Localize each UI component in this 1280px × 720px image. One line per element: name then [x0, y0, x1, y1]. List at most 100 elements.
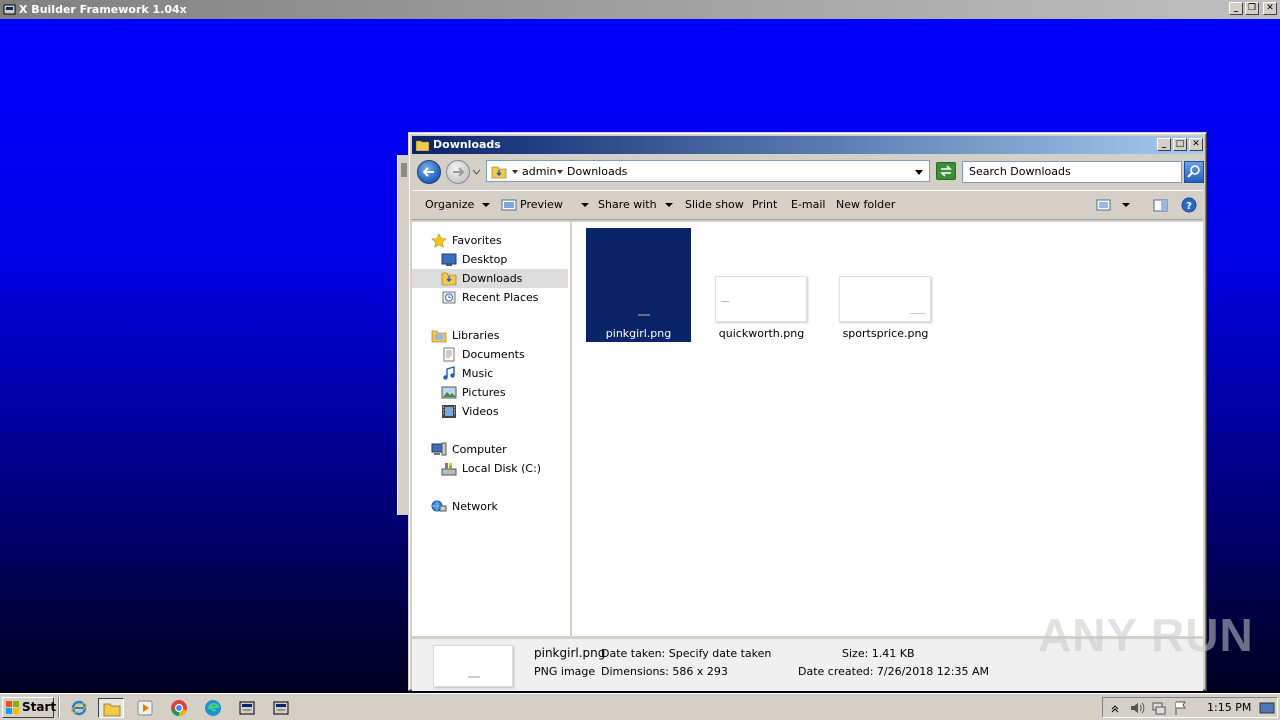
organize-button[interactable]: Organize [425, 191, 491, 219]
libraries-icon [431, 330, 447, 343]
chrome-icon [171, 700, 187, 716]
nav-libraries-label: Libraries [452, 329, 500, 342]
breadcrumb-downloads[interactable]: Downloads [567, 165, 627, 178]
volume-icon[interactable] [1129, 700, 1145, 716]
show-hidden-icons-icon[interactable] [1107, 700, 1123, 716]
music-icon [443, 366, 455, 380]
chevron-down-icon [482, 203, 491, 207]
window-minimize-button[interactable]: _ [1157, 138, 1171, 151]
nav-recent-places[interactable]: Recent Places [441, 288, 567, 307]
nav-downloads[interactable]: Downloads [412, 269, 568, 288]
help-icon: ? [1181, 197, 1197, 213]
search-button[interactable] [1184, 161, 1204, 183]
file-thumbnail [592, 236, 685, 321]
details-file-type: PNG image [534, 665, 596, 678]
slide-show-button[interactable]: Slide show [685, 191, 744, 219]
nav-libraries[interactable]: Libraries [431, 326, 567, 345]
taskbar-separator [58, 697, 60, 718]
nav-music-label: Music [462, 367, 494, 380]
breadcrumb-separator-icon[interactable] [557, 170, 563, 174]
app-taskbar-button-2[interactable] [268, 698, 294, 718]
show-desktop-icon[interactable] [1259, 700, 1275, 716]
nav-music[interactable]: Music [441, 364, 567, 383]
breadcrumb-admin[interactable]: admin [522, 165, 556, 178]
clock[interactable]: 1:15 PM [1207, 698, 1251, 717]
network-status-icon[interactable] [1151, 700, 1167, 716]
slide-show-label: Slide show [685, 198, 744, 211]
new-folder-button[interactable]: New folder [836, 191, 895, 219]
internet-explorer-icon [71, 700, 87, 716]
file-item-quickworth[interactable]: quickworth.png [709, 228, 814, 342]
nav-pictures[interactable]: Pictures [441, 383, 567, 402]
recent-places-icon [442, 291, 456, 304]
email-button[interactable]: E-mail [791, 191, 826, 219]
change-view-button[interactable] [1096, 191, 1130, 219]
downloads-folder-icon [441, 272, 457, 286]
details-dimensions: Dimensions: 586 x 293 [601, 665, 728, 678]
address-bar[interactable]: admin Downloads [486, 160, 930, 182]
nav-videos[interactable]: Videos [441, 402, 567, 421]
pictures-icon [441, 386, 457, 399]
file-name: sportsprice.png [842, 327, 929, 340]
taskbar: Start 1:15 PM [0, 693, 1280, 720]
file-thumbnail [715, 276, 807, 322]
close-button[interactable]: ✕ [1263, 2, 1277, 15]
share-with-button[interactable]: Share with [598, 191, 673, 219]
chevron-down-icon [1122, 203, 1130, 207]
refresh-button[interactable] [936, 162, 956, 180]
preview-icon [501, 199, 517, 210]
print-button[interactable]: Print [752, 191, 777, 219]
window-titlebar[interactable]: Downloads _ □ ✕ [412, 136, 1203, 154]
details-date-taken[interactable]: Date taken: Specify date taken [601, 647, 771, 660]
download-folder-icon [491, 166, 507, 179]
email-label: E-mail [791, 198, 826, 211]
media-player-button[interactable] [132, 698, 158, 718]
file-thumbnail [839, 276, 931, 322]
preview-pane-button[interactable] [1153, 191, 1171, 219]
window-maximize-button[interactable]: □ [1173, 138, 1187, 151]
print-label: Print [752, 198, 778, 211]
details-file-name: pinkgirl.png [534, 646, 606, 660]
file-name: pinkgirl.png [605, 327, 672, 340]
minimize-button[interactable]: _ [1229, 2, 1243, 15]
file-list-view: pinkgirl.png quickworth.png sportsprice.… [572, 222, 1203, 636]
explorer-taskbar-button[interactable] [98, 698, 124, 718]
restore-button[interactable]: ❐ [1245, 2, 1259, 15]
recent-pages-chevron-icon[interactable] [472, 169, 481, 176]
file-item-sportsprice[interactable]: sportsprice.png [833, 228, 938, 342]
command-toolbar: Organize Preview Share with Slide show P… [412, 190, 1203, 220]
help-button[interactable]: ? [1181, 191, 1200, 219]
search-input[interactable]: Search Downloads [962, 161, 1182, 183]
nav-computer[interactable]: Computer [431, 440, 567, 459]
preview-button[interactable]: Preview [501, 191, 589, 219]
breadcrumb-separator-icon[interactable] [512, 170, 518, 174]
back-button[interactable] [417, 160, 441, 184]
nav-local-disk[interactable]: Local Disk (C:) [441, 459, 567, 478]
chevron-down-icon [580, 203, 589, 207]
nav-favorites[interactable]: Favorites [431, 231, 567, 250]
nav-network[interactable]: Network [431, 497, 567, 516]
nav-documents[interactable]: Documents [441, 345, 567, 364]
forward-button[interactable] [446, 160, 470, 184]
app-title: X Builder Framework 1.04x [19, 3, 187, 16]
nav-desktop[interactable]: Desktop [441, 250, 567, 269]
app-titlebar: X Builder Framework 1.04x _ ❐ ✕ [0, 0, 1280, 19]
address-dropdown-icon[interactable] [915, 170, 923, 175]
nav-documents-label: Documents [462, 348, 525, 361]
start-button[interactable]: Start [2, 697, 56, 718]
chrome-button[interactable] [166, 698, 192, 718]
folder-icon [416, 140, 429, 151]
media-player-icon [137, 700, 153, 716]
app-taskbar-button-1[interactable] [234, 698, 260, 718]
videos-icon [442, 405, 456, 418]
action-center-flag-icon[interactable] [1173, 700, 1189, 716]
network-icon [431, 500, 447, 512]
window-close-button[interactable]: ✕ [1189, 138, 1203, 151]
edge-button[interactable] [200, 698, 226, 718]
app-icon [3, 4, 16, 15]
internet-explorer-button[interactable] [66, 698, 92, 718]
forward-arrow-icon [453, 167, 465, 177]
application-icon [239, 701, 255, 715]
file-item-pinkgirl[interactable]: pinkgirl.png [586, 228, 691, 342]
view-icon [1096, 199, 1111, 211]
